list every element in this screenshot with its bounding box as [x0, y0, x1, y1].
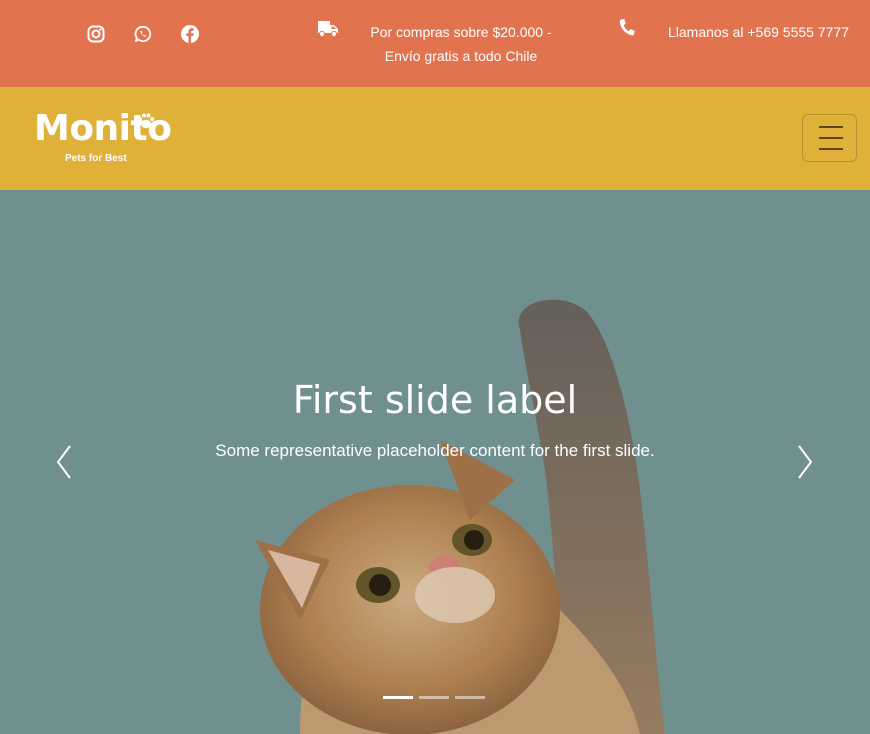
- slide-description: Some representative placeholder content …: [215, 441, 655, 460]
- facebook-link[interactable]: [178, 22, 202, 46]
- phone-contact-text: Llamanos al +569 5555 7777: [668, 24, 849, 40]
- carousel-indicator-2[interactable]: [419, 696, 449, 699]
- phone-icon: [618, 18, 636, 43]
- instagram-icon: [87, 25, 105, 43]
- chevron-left-icon: [56, 445, 71, 479]
- paw-icon: [138, 113, 155, 129]
- facebook-icon: [181, 25, 199, 43]
- carousel-prev-button[interactable]: [44, 440, 84, 484]
- hero-carousel: First slide label Some representative pl…: [0, 190, 870, 734]
- shipping-promo-line-1: Por compras sobre $20.000 -: [370, 24, 552, 40]
- instagram-link[interactable]: [84, 22, 108, 46]
- top-info-bar: Por compras sobre $20.000 - Envío gratis…: [0, 0, 870, 87]
- navbar-toggle-button[interactable]: [802, 114, 857, 162]
- hamburger-menu-icon: [803, 115, 856, 161]
- slide-title: First slide label: [292, 378, 578, 422]
- chevron-right-icon: [798, 445, 813, 479]
- shipping-promo-line-2: Envío gratis a todo Chile: [384, 48, 538, 64]
- whatsapp-link[interactable]: [131, 22, 155, 46]
- logo-tagline: Pets for Best: [65, 153, 127, 164]
- carousel-indicator-3[interactable]: [455, 696, 485, 699]
- carousel-indicators: [383, 696, 491, 699]
- brand-logo[interactable]: Monito Pets for Best: [34, 107, 172, 167]
- truck-icon: [317, 18, 339, 43]
- shipping-promo: Por compras sobre $20.000 - Envío gratis…: [350, 20, 572, 68]
- main-navbar: Monito Pets for Best: [0, 87, 870, 190]
- carousel-next-button[interactable]: [785, 440, 825, 484]
- carousel-indicator-1[interactable]: [383, 696, 413, 699]
- whatsapp-icon: [134, 25, 152, 43]
- slide-caption: First slide label Some representative pl…: [0, 372, 870, 464]
